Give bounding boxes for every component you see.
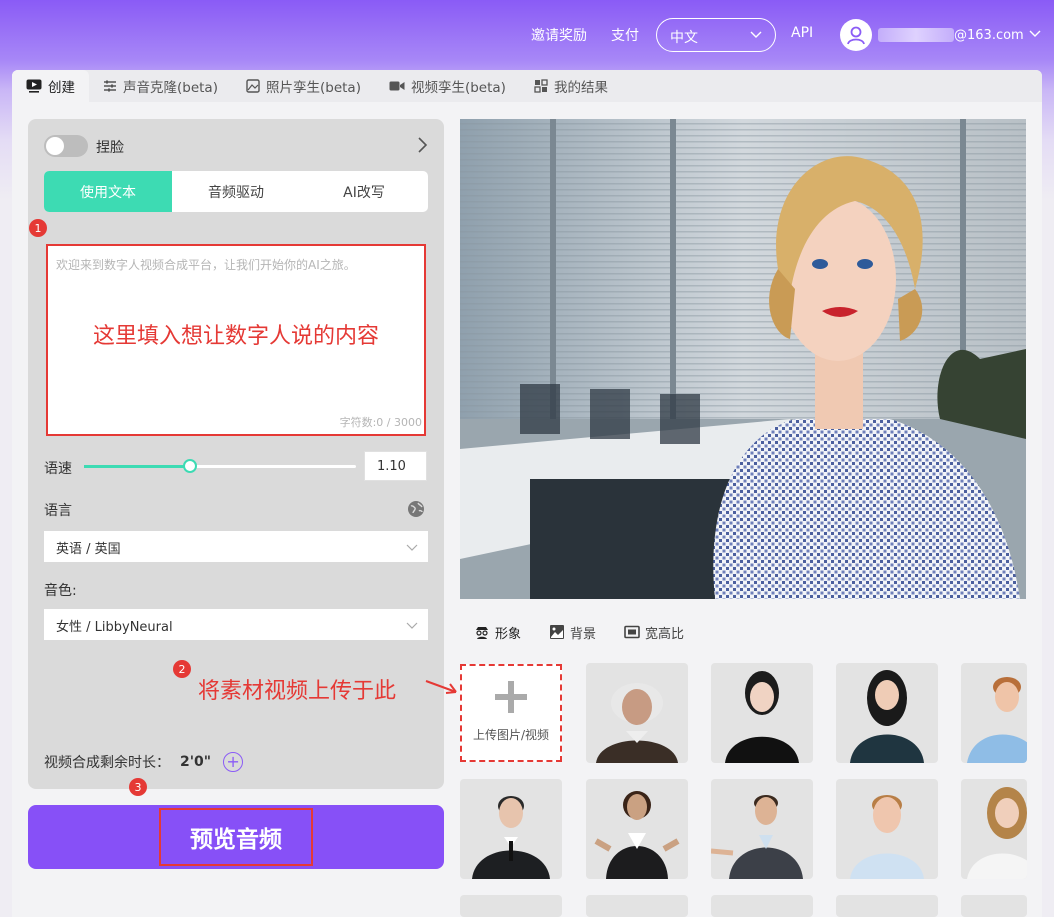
- textarea-placeholder: 欢迎来到数字人视频合成平台，让我们开始你的AI之旅。: [56, 258, 356, 272]
- avatar-thumbnail[interactable]: [586, 895, 688, 917]
- avatar-video-preview[interactable]: [460, 119, 1026, 599]
- step-badge-1: 1: [29, 219, 47, 237]
- grid-icon: [534, 79, 548, 93]
- language-select-box[interactable]: 英语 / 英国: [44, 531, 428, 562]
- api-link[interactable]: API: [791, 25, 813, 41]
- tab-aspect-ratio[interactable]: 宽高比: [624, 622, 684, 642]
- chevron-down-icon: [406, 619, 418, 634]
- tab-create-label: 创建: [48, 80, 75, 96]
- avatar-thumbnail[interactable]: [711, 779, 813, 879]
- remaining-label: 视频合成剩余时长：: [44, 755, 170, 771]
- language-select-text: 英语 / 英国: [56, 542, 121, 557]
- voice-select-text: 女性 / LibbyNeural: [56, 620, 173, 635]
- step-badge-2: 2: [173, 660, 191, 678]
- face-pinch-toggle[interactable]: [44, 135, 88, 157]
- asset-category-tabs: 形象 背景 宽高比: [474, 622, 712, 642]
- chevron-down-icon: [406, 541, 418, 556]
- avatar-thumbnail[interactable]: [836, 779, 938, 879]
- avatar-thumbnail[interactable]: [586, 779, 688, 879]
- script-textarea[interactable]: 欢迎来到数字人视频合成平台，让我们开始你的AI之旅。 这里填入想让数字人说的内容…: [46, 244, 426, 436]
- tab-ai-rewrite[interactable]: AI改写: [300, 171, 428, 212]
- tab-aspect-ratio-label: 宽高比: [645, 626, 685, 642]
- user-menu[interactable]: @163.com: [840, 18, 1042, 52]
- tab-audio-driven[interactable]: 音频驱动: [172, 171, 300, 212]
- speed-slider[interactable]: [84, 459, 356, 473]
- face-pinch-label: 捏脸: [96, 140, 124, 156]
- globe-icon[interactable]: [407, 500, 425, 522]
- camera-icon: [389, 81, 405, 91]
- speed-label: 语速: [44, 461, 72, 477]
- tab-background[interactable]: 背景: [549, 622, 596, 642]
- plus-icon: [495, 681, 527, 713]
- step-badge-3: 3: [129, 778, 147, 796]
- chevron-down-icon: [1028, 26, 1042, 44]
- photo-icon: [246, 79, 260, 93]
- remaining-duration: 视频合成剩余时长： 2'0" +: [44, 752, 244, 772]
- annotation-fill-text: 这里填入想让数字人说的内容: [92, 324, 379, 349]
- tab-photo-twin-label: 照片孪生(beta): [265, 80, 361, 96]
- avatar-thumbnail[interactable]: [961, 663, 1027, 763]
- user-avatar-icon: [840, 19, 872, 51]
- tab-video-twin-label: 视频孪生(beta): [410, 80, 506, 96]
- user-email: @163.com: [954, 27, 1024, 43]
- video-create-icon: [26, 79, 42, 93]
- masked-email: [878, 28, 954, 42]
- speed-input[interactable]: 1.10: [364, 451, 427, 481]
- avatar-thumbnail[interactable]: [961, 779, 1027, 879]
- top-bar: 邀请奖励 支付 中文 API @163.com: [0, 0, 1054, 70]
- tab-voice-clone-label: 声音克隆(beta): [123, 80, 218, 96]
- tab-my-results-label: 我的结果: [553, 80, 608, 96]
- image-icon: [550, 625, 565, 639]
- upload-label: 上传图片/视频: [472, 728, 550, 742]
- add-duration-icon[interactable]: +: [223, 752, 244, 772]
- voice-label: 音色:: [44, 583, 77, 599]
- avatar-thumbnail[interactable]: [836, 663, 938, 763]
- detective-icon: [476, 627, 488, 639]
- main-panel: 创建 声音克隆(beta) 照片孪生(beta) 视频孪生(beta) 我的结果…: [12, 70, 1042, 917]
- tab-avatar[interactable]: 形象: [474, 622, 521, 642]
- avatar-thumbnail[interactable]: [711, 895, 813, 917]
- speed-slider-fill: [84, 465, 191, 468]
- tab-bar: 创建 声音克隆(beta) 照片孪生(beta) 视频孪生(beta) 我的结果: [12, 70, 1042, 102]
- tab-avatar-label: 形象: [495, 626, 522, 642]
- annotation-upload-text: 将素材视频上传于此: [198, 679, 397, 704]
- avatar-thumbnail[interactable]: [711, 663, 813, 763]
- tab-my-results[interactable]: 我的结果: [520, 70, 622, 102]
- preview-audio-label: 预览音频: [159, 808, 313, 866]
- avatar-thumbnail[interactable]: [460, 895, 562, 917]
- face-pinch-row: 捏脸: [44, 135, 428, 157]
- chevron-right-icon[interactable]: [416, 136, 428, 158]
- upload-media-button[interactable]: 上传图片/视频: [460, 664, 562, 762]
- avatar-thumbnail[interactable]: [961, 895, 1027, 917]
- remaining-value: 2'0": [180, 754, 212, 770]
- language-select-value: 中文: [670, 30, 698, 46]
- avatar-thumbnail[interactable]: [586, 663, 688, 763]
- voice-select-box[interactable]: 女性 / LibbyNeural: [44, 609, 428, 640]
- tab-create[interactable]: 创建: [12, 70, 89, 102]
- tab-voice-clone[interactable]: 声音克隆(beta): [89, 70, 232, 102]
- language-select[interactable]: 中文: [656, 18, 776, 52]
- input-mode-tabs: 使用文本 音频驱动 AI改写: [44, 171, 428, 212]
- tab-photo-twin[interactable]: 照片孪生(beta): [232, 70, 375, 102]
- pay-link[interactable]: 支付: [611, 25, 639, 45]
- invite-link[interactable]: 邀请奖励: [531, 25, 587, 45]
- chevron-down-icon: [749, 27, 763, 45]
- arrow-icon: [425, 680, 457, 694]
- avatar-thumbnail[interactable]: [836, 895, 938, 917]
- tab-video-twin[interactable]: 视频孪生(beta): [375, 70, 520, 102]
- sliders-icon: [104, 80, 116, 92]
- preview-audio-button[interactable]: 预览音频: [28, 805, 444, 869]
- char-counter: 字符数:0 / 3000: [339, 416, 422, 429]
- avatar-thumbnail[interactable]: [460, 779, 562, 879]
- aspect-ratio-icon: [624, 625, 640, 639]
- tab-background-label: 背景: [570, 626, 597, 642]
- speed-slider-handle[interactable]: [183, 459, 198, 473]
- tab-use-text[interactable]: 使用文本: [44, 171, 172, 212]
- language-label: 语言: [44, 503, 72, 519]
